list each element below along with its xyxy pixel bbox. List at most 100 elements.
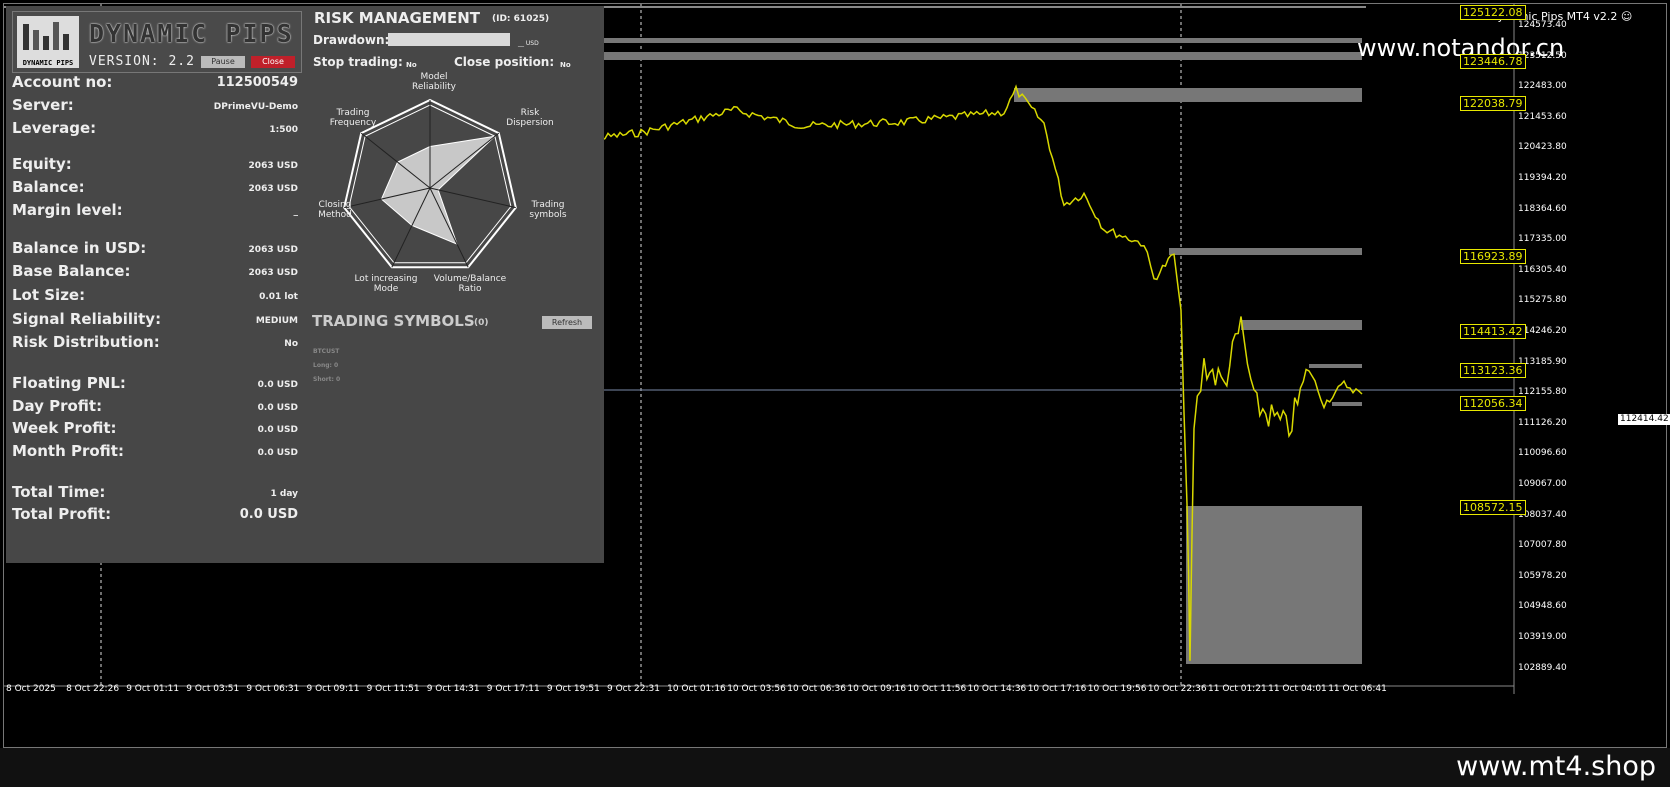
level-tag: 112056.34: [1460, 396, 1526, 411]
account-value: 1:500: [269, 125, 298, 135]
account-label: Server:: [12, 96, 74, 114]
price-zone: [564, 52, 1362, 60]
symbol-short: Short: 0: [313, 376, 341, 383]
watermark-footer: www.mt4.shop: [1456, 751, 1656, 782]
price-axis-label: 124573.40: [1518, 20, 1567, 30]
symbol-name: BTCUST: [313, 348, 340, 355]
account-value: 2063 USD: [248, 268, 298, 278]
account-panel: DYNAMIC PIPS DYNAMIC PIPS VERSION: 2.2 P…: [6, 6, 306, 563]
account-label: Week Profit:: [12, 419, 117, 437]
level-tag: 114413.42: [1460, 324, 1526, 339]
close-position-label: Close position:: [454, 55, 555, 69]
current-price-tag: 112414.42: [1618, 414, 1670, 425]
price-axis-label: 102889.40: [1518, 662, 1567, 673]
price-zone: [1241, 320, 1362, 330]
time-axis-label: 10 Oct 22:36: [1147, 684, 1207, 694]
risk-id: (ID: 61025): [492, 14, 550, 24]
price-axis-label: 122483.00: [1518, 81, 1567, 92]
level-tag: 108572.15: [1460, 500, 1526, 515]
time-axis-label: 9 Oct 03:51: [186, 684, 240, 694]
price-axis-label: 118364.60: [1518, 203, 1567, 214]
time-axis-label: 9 Oct 22:31: [607, 684, 660, 694]
account-label: Margin level:: [12, 201, 123, 219]
account-label: Balance:: [12, 178, 85, 196]
account-value: 1 day: [270, 489, 298, 499]
time-axis-label: 10 Oct 01:16: [667, 684, 726, 694]
price-axis-label: 115275.80: [1518, 295, 1567, 306]
logo-icon: DYNAMIC PIPS: [17, 16, 79, 68]
level-tag: 113123.36: [1460, 363, 1526, 378]
time-axis-label: 11 Oct 06:41: [1328, 684, 1387, 694]
radar-axis-label: Risk Dispersion: [506, 108, 554, 128]
price-axis-label: 104948.60: [1518, 601, 1567, 612]
account-value: 2063 USD: [248, 245, 298, 255]
account-label: Equity:: [12, 155, 72, 173]
level-tag: 116923.89: [1460, 249, 1526, 264]
price-axis-label: 105978.20: [1518, 570, 1567, 581]
account-label: Total Time:: [12, 483, 106, 501]
time-axis-label: 10 Oct 03:56: [727, 684, 786, 694]
risk-management-panel: RISK MANAGEMENT (ID: 61025) Drawdown: __…: [306, 6, 604, 311]
time-axis-label: 11 Oct 01:21: [1208, 684, 1267, 694]
time-axis-label: 9 Oct 19:51: [546, 684, 600, 694]
account-label: Month Profit:: [12, 442, 124, 460]
radar-axis-label: Volume/Balance Ratio: [433, 274, 507, 294]
logo-graphic: [23, 22, 69, 50]
account-label: Day Profit:: [12, 397, 103, 415]
time-axis-label: 9 Oct 11:51: [366, 684, 420, 694]
price-axis-label: 121453.60: [1518, 111, 1567, 122]
time-axis-label: 9 Oct 01:11: [126, 684, 180, 694]
price-axis-label: 120423.80: [1518, 142, 1567, 153]
time-axis-label: 10 Oct 06:36: [787, 684, 846, 694]
account-value: No: [284, 339, 298, 349]
price-axis-label: 107007.80: [1518, 540, 1567, 551]
price-axis-label: 119394.20: [1518, 173, 1567, 183]
price-axis-label: 110096.60: [1518, 448, 1567, 459]
account-value: 0.0 USD: [257, 425, 298, 435]
level-tag: 122038.79: [1460, 96, 1526, 111]
footer-bar: www.mt4.shop: [0, 748, 1670, 787]
close-button[interactable]: Close: [251, 56, 295, 68]
app-version: VERSION: 2.2: [89, 54, 195, 69]
account-value: 0.0 USD: [257, 380, 298, 390]
price-axis-label: 109067.00: [1518, 479, 1567, 489]
account-value: 0.0 USD: [257, 403, 298, 413]
account-label: Lot Size:: [12, 286, 86, 304]
symbols-count: (0): [474, 318, 489, 328]
risk-title: RISK MANAGEMENT: [314, 9, 480, 27]
symbols-title: TRADING SYMBOLS: [312, 312, 475, 330]
time-axis-label: 8 Oct 22:26: [66, 684, 120, 694]
time-axis-label: 8 Oct 2025: [6, 684, 56, 694]
radar-axis-label: Closing Method: [318, 200, 352, 220]
refresh-button[interactable]: Refresh: [542, 316, 592, 329]
account-value: 0.01 lot: [259, 292, 298, 302]
logo-icon-text: DYNAMIC PIPS: [22, 59, 74, 67]
price-axis-label: 111126.20: [1518, 417, 1567, 428]
stop-trading-label: Stop trading:: [313, 55, 403, 69]
symbol-long: Long: 0: [313, 362, 339, 369]
price-zone: [1186, 506, 1362, 664]
radar-axis-label: Trading symbols: [529, 200, 567, 220]
radar-axis-label: Model Reliability: [412, 72, 456, 92]
time-axis-label: 9 Oct 06:31: [246, 684, 300, 694]
account-label: Total Profit:: [12, 505, 112, 523]
time-axis-label: 9 Oct 17:11: [486, 684, 540, 694]
radar-axis-label: Trading Frequency: [329, 108, 377, 128]
radar-axis-label: Lot increasing Mode: [354, 274, 418, 294]
logo-box: DYNAMIC PIPS DYNAMIC PIPS VERSION: 2.2 P…: [12, 11, 302, 73]
price-zone: [564, 38, 1362, 43]
account-label: Leverage:: [12, 119, 97, 137]
price-zone: [1169, 248, 1362, 255]
account-label: Account no:: [12, 73, 113, 91]
account-value: 0.0 USD: [239, 507, 298, 522]
time-axis-label: 9 Oct 09:11: [306, 684, 360, 694]
price-axis-label: 116305.40: [1518, 264, 1567, 275]
account-label: Signal Reliability:: [12, 310, 162, 328]
account-value: 2063 USD: [248, 184, 298, 194]
pause-button[interactable]: Pause: [201, 56, 245, 68]
time-axis-label: 10 Oct 19:56: [1087, 684, 1147, 694]
account-value: 2063 USD: [248, 161, 298, 171]
drawdown-bar: [388, 33, 510, 46]
account-label: Floating PNL:: [12, 374, 126, 392]
trading-symbols-panel: TRADING SYMBOLS (0) Refresh BTCUST Long:…: [306, 311, 604, 563]
